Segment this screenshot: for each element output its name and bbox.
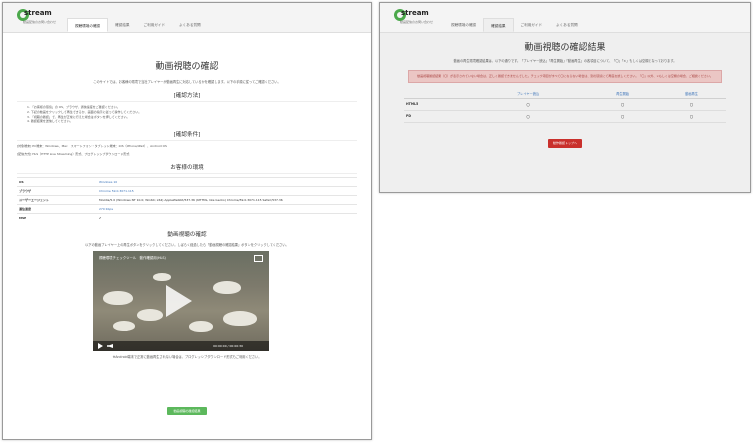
table-row: 通信速度 270 Kbps: [17, 203, 357, 214]
note-block: ※Android端末で正常に動画再生されない場合は、プログレッシブダウンロード形…: [17, 355, 357, 360]
alert-box: 動画視聴確認結果（〇）が表示されていない場合は、正しく確認できませんでした。チェ…: [408, 70, 722, 83]
table-row: HTML5 〇 〇 〇: [404, 98, 726, 111]
check-page-window: stream 動画配信のお問い合わせ 視聴環境の確認 確認結果 ご利用ガイド よ…: [2, 2, 372, 440]
logo-subtext: 動画配信のお問い合わせ: [400, 20, 434, 24]
env-value-link[interactable]: 270 Kbps: [97, 203, 357, 214]
logo-text: stream: [401, 9, 429, 17]
tab-guide[interactable]: ご利用ガイド: [137, 18, 173, 32]
tab-result[interactable]: 確認結果: [108, 18, 136, 32]
result-button-wrap: 動画視聴の確認結果: [3, 407, 371, 415]
logo-text: stream: [24, 9, 52, 17]
top-nav: stream 動画配信のお問い合わせ 視聴環境の確認 確認結果 ご利用ガイド よ…: [3, 3, 371, 33]
main-content: 動画視聴の確認結果 動画の再生環境確認結果は、以下の通りです。「プレイヤー読込」…: [404, 37, 726, 192]
nav-tabs: 視聴環境の確認 確認結果 ご利用ガイド よくある質問: [67, 18, 208, 32]
section-method-heading: [確認方法]: [17, 91, 357, 102]
table-row: OS Windows 10: [17, 176, 357, 187]
env-value-link[interactable]: Chrome 59.0.3071.115: [97, 185, 357, 196]
table-header-row: プレイヤー読込 再生開始 動画再生: [404, 88, 726, 99]
col-header: 動画再生: [657, 88, 726, 99]
section-video-heading: 動画視聴の確認: [167, 231, 207, 238]
env-key: ブラウザ: [17, 185, 97, 196]
env-value: Mozilla/5.0 (Windows NT 10.0; Win64; x64…: [97, 194, 357, 205]
col-header: 再生開始: [588, 88, 658, 99]
share-icon[interactable]: [254, 255, 263, 262]
env-table: OS Windows 10 ブラウザ Chrome 59.0.3071.115 ユー…: [17, 176, 357, 222]
main-content: 動画視聴の確認 このサイトでは、お客様の環境で当社プレイヤーが動画再生に対応して…: [17, 37, 357, 439]
env-value-link[interactable]: Windows 10: [97, 176, 357, 187]
intro-text: このサイトでは、お客様の環境で当社プレイヤーが動画再生に対応しているかを確認しま…: [93, 80, 281, 84]
play-button-icon[interactable]: [98, 343, 103, 349]
table-row: MSE ✔: [17, 212, 357, 222]
video-title: 視聴環境チェックツール 動作確認用(HLS): [99, 256, 166, 260]
list-item: 4. 確認結果を送信してください。: [27, 119, 73, 124]
table-row: ブラウザ Chrome 59.0.3071.115: [17, 185, 357, 196]
tab-faq[interactable]: よくある質問: [549, 18, 585, 32]
player-controls: 00:00:00 / 00:00:30: [93, 341, 269, 351]
tab-check[interactable]: 視聴環境の確認: [444, 18, 483, 32]
page-title: 動画視聴の確認: [155, 62, 219, 72]
top-nav: stream 動画配信のお問い合わせ 視聴環境の確認 確認結果 ご利用ガイド よ…: [380, 3, 750, 33]
env-key: ユーザーエージェント: [17, 194, 97, 205]
back-button-wrap: 動作確認トップへ: [404, 138, 726, 148]
env-key: OS: [17, 176, 97, 187]
cond-line: [対象端末] PC端末：Windows、Mac スマートフォン・タブレット端末：…: [17, 144, 167, 149]
col-header: [404, 88, 468, 99]
tab-result[interactable]: 確認結果: [483, 18, 514, 32]
tab-faq[interactable]: よくある質問: [172, 18, 208, 32]
table-row: PD 〇 〇 〇: [404, 110, 726, 123]
result-cell: 〇: [468, 98, 589, 111]
row-label: PD: [404, 110, 468, 123]
section-cond-heading: [確認条件]: [17, 130, 357, 142]
table-row: ユーザーエージェント Mozilla/5.0 (Windows NT 10.0; …: [17, 194, 357, 205]
logo-subtext: 動画配信のお問い合わせ: [23, 20, 57, 24]
tab-check[interactable]: 視聴環境の確認: [67, 18, 109, 32]
intro-text: 動画の再生環境確認結果は、以下の通りです。「プレイヤー読込」「再生開始」「動画再…: [453, 59, 677, 63]
note-text: ※Android端末で正常に動画再生されない場合は、プログレッシブダウンロード形…: [112, 355, 262, 359]
page-title: 動画視聴の確認結果: [524, 43, 606, 53]
nav-tabs: 視聴環境の確認 確認結果 ご利用ガイド よくある質問: [444, 18, 585, 32]
video-player[interactable]: 視聴環境チェックツール 動作確認用(HLS) 00:00:00 / 00:00:…: [93, 251, 269, 351]
result-cell: 〇: [468, 110, 589, 123]
back-to-top-button[interactable]: 動作確認トップへ: [548, 138, 582, 148]
tab-guide[interactable]: ご利用ガイド: [514, 18, 550, 32]
env-key: MSE: [17, 212, 97, 222]
cond-line: [配信方式] HLS（HTTP Live Streaming）形式、プログレッシ…: [17, 151, 130, 156]
check-result-button[interactable]: 動画視聴の確認結果: [167, 407, 207, 415]
brand-logo[interactable]: stream 動画配信のお問い合わせ: [17, 9, 59, 29]
section-env-heading: お客様の環境: [17, 163, 357, 174]
volume-icon[interactable]: [107, 344, 113, 348]
play-icon[interactable]: [166, 285, 192, 317]
result-cell: 〇: [657, 98, 726, 111]
result-table: プレイヤー読込 再生開始 動画再生 HTML5 〇 〇 〇 PD 〇 〇 〇: [404, 88, 726, 123]
row-label: HTML5: [404, 98, 468, 111]
result-page-window: stream 動画配信のお問い合わせ 視聴環境の確認 確認結果 ご利用ガイド よ…: [379, 2, 751, 193]
brand-logo[interactable]: stream 動画配信のお問い合わせ: [394, 9, 436, 29]
video-time: 00:00:00 / 00:00:30: [213, 344, 243, 348]
video-intro: 以下の動画プレイヤー上の再生ボタンをクリックしてください。しばらく経過したら「動…: [85, 242, 289, 247]
result-cell: 〇: [657, 110, 726, 123]
method-list: 1. 「お客様の環境」の OS、ブラウザ、通信速度をご確認ください。 2. 下記…: [17, 105, 357, 124]
result-cell: 〇: [588, 110, 658, 123]
env-key: 通信速度: [17, 203, 97, 214]
check-icon: ✔: [97, 212, 357, 222]
result-cell: 〇: [588, 98, 658, 111]
col-header: プレイヤー読込: [468, 88, 589, 99]
